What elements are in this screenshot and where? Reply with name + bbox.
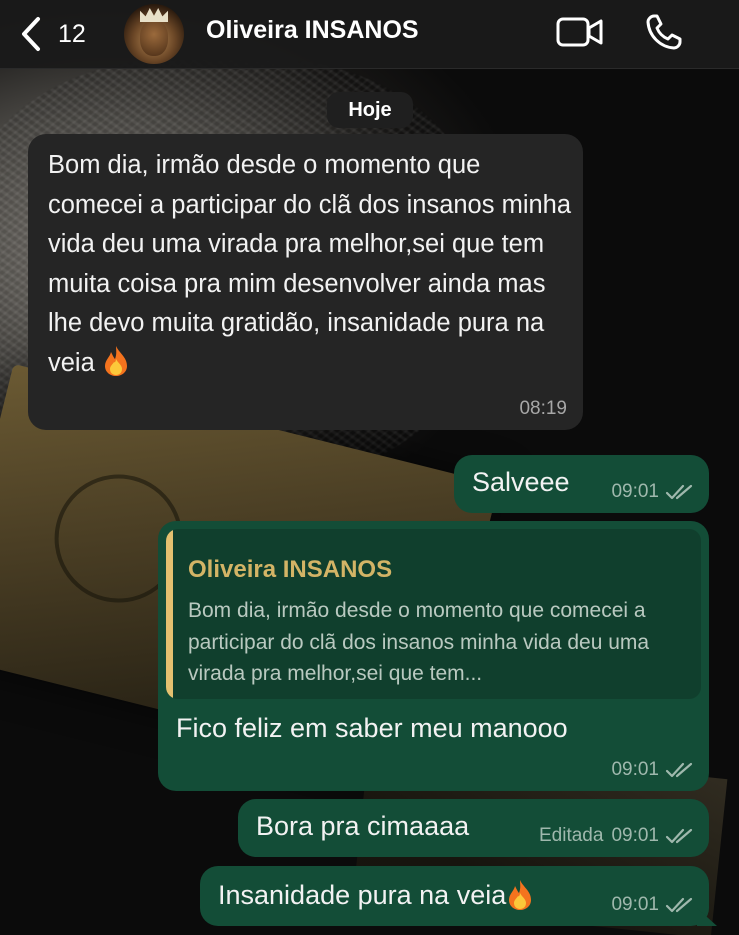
read-receipt-icon <box>665 762 693 778</box>
message-text: Salveee <box>472 467 570 497</box>
phone-icon[interactable] <box>644 12 684 52</box>
message-time: 09:01 <box>611 759 659 780</box>
contact-name[interactable]: Oliveira INSANOS <box>206 16 419 45</box>
incoming-message[interactable]: Bom dia, irmão desde o momento que comec… <box>28 134 583 430</box>
back-chevron-icon <box>22 17 40 51</box>
message-meta: Editada 09:01 <box>539 825 695 847</box>
edited-label: Editada <box>539 825 604 846</box>
outgoing-message[interactable]: Bora pra cimaaaa Editada 09:01 <box>238 799 709 857</box>
quoted-author: Oliveira INSANOS <box>188 556 393 583</box>
read-receipt-icon <box>665 484 693 500</box>
message-text: Fico feliz em saber meu manooo <box>176 713 568 743</box>
message-meta: 09:01 <box>611 759 695 781</box>
message-meta: 09:01 <box>611 481 695 503</box>
outgoing-message[interactable]: Salveee 09:01 <box>454 455 709 513</box>
message-time: 08:19 <box>519 398 567 419</box>
message-text: Insanidade pura na veia <box>218 879 507 910</box>
message-meta: 09:01 <box>611 894 695 916</box>
avatar-crown <box>140 8 168 22</box>
message-text: Bora pra cimaaaa <box>256 811 470 841</box>
avatar-face <box>140 20 168 56</box>
quoted-text: Bom dia, irmão desde o momento que comec… <box>188 599 650 685</box>
quote-accent-bar <box>166 529 173 699</box>
date-separator: Hoje <box>327 92 413 128</box>
fire-icon <box>509 880 532 910</box>
message-text: Bom dia, irmão desde o momento que comec… <box>48 151 572 377</box>
message-text-wrap: Insanidade pura na veia <box>218 879 534 911</box>
back-button[interactable]: 12 <box>18 14 86 54</box>
avatar[interactable] <box>124 4 184 64</box>
message-time: 09:01 <box>611 894 659 915</box>
quoted-message[interactable]: Oliveira INSANOS Bom dia, irmão desde o … <box>166 529 701 699</box>
message-time: 09:01 <box>611 481 659 502</box>
message-time: 09:01 <box>611 825 659 846</box>
outgoing-reply-message[interactable]: Oliveira INSANOS Bom dia, irmão desde o … <box>158 521 709 791</box>
outgoing-message[interactable]: Insanidade pura na veia 09:01 <box>200 866 717 926</box>
video-camera-icon[interactable] <box>556 14 604 50</box>
fire-icon <box>104 345 127 376</box>
message-text-wrap: Bom dia, irmão desde o momento que comec… <box>48 146 578 383</box>
unread-count: 12 <box>58 19 86 48</box>
read-receipt-icon <box>665 897 693 913</box>
chat-header: 12 Oliveira INSANOS <box>0 0 739 69</box>
read-receipt-icon <box>665 828 693 844</box>
